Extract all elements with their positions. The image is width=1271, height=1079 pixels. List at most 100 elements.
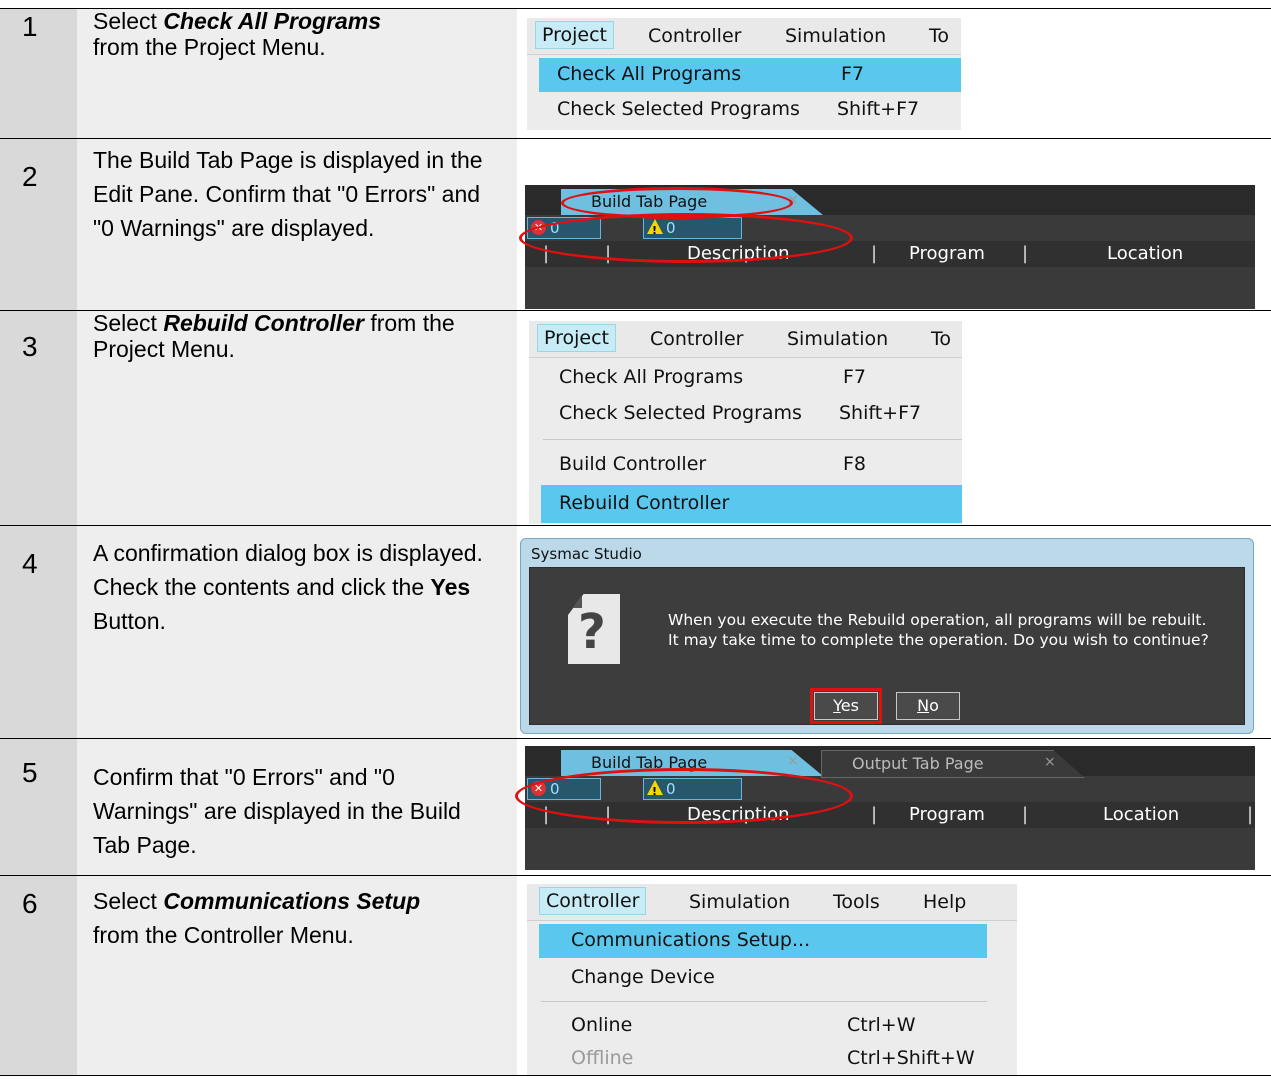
menu-item-label: Rebuild Controller [559,492,730,514]
dialog-message-line: When you execute the Rebuild operation, … [668,611,1207,629]
step-description-cell: Select Check All Programs from the Proje… [77,8,517,138]
menu-item-offline[interactable]: Offline Ctrl+Shift+W [539,1042,987,1076]
menu-bar: Project Controller Simulation To [529,321,962,358]
project-menu-screenshot: Project Controller Simulation To Check A… [529,321,962,524]
menu-controller[interactable]: Controller [648,25,741,47]
step-text-pre: Select [93,8,164,34]
close-icon[interactable]: × [1044,754,1056,770]
step-number: 2 [22,161,38,192]
step-description-cell: Select Communications Setup from the Con… [77,876,517,1075]
no-button[interactable]: No [896,692,960,720]
step-text-post: from the Project Menu. [93,34,326,60]
step-description-cell: Select Rebuild Controller from the Proje… [77,310,517,525]
menu-simulation[interactable]: Simulation [787,328,888,350]
step-text-post: from the Controller Menu. [93,922,354,948]
menu-divider [541,1001,987,1002]
step-description-cell: The Build Tab Page is displayed in the E… [77,139,517,310]
menu-item-check-all-programs[interactable]: Check All Programs F7 [541,361,962,395]
step-row-3: 3 Select Rebuild Controller from the Pro… [0,310,1271,525]
col-sep: | [1247,804,1254,825]
question-icon: ? [568,594,620,664]
step-text: Select Check All Programs from the Proje… [93,8,503,60]
menu-help[interactable]: Help [923,891,966,913]
step-description-cell: Confirm that "0 Errors" and "0 Warnings"… [77,739,517,875]
step-text: The Build Tab Page is displayed in the E… [93,147,483,241]
step-number-cell: 5 [0,739,77,875]
controller-menu-screenshot: Controller Simulation Tools Help Communi… [527,884,1017,1075]
menu-item-shortcut: Shift+F7 [837,98,920,120]
menu-item-shortcut: Ctrl+W [847,1014,916,1036]
step-text-bold: Check All Programs [163,8,382,34]
menu-item-change-device[interactable]: Change Device [539,961,987,995]
col-sep: | [1022,243,1029,264]
step-text-pre: Select [93,888,164,914]
menu-item-label: Communications Setup... [571,929,811,951]
step-number: 3 [22,331,38,362]
menu-item-label: Check All Programs [557,63,742,85]
step-text-post: Button. [93,608,166,634]
step-text-bold: Rebuild Controller [163,310,364,336]
menu-item-label: Build Controller [559,453,707,475]
dialog-message: When you execute the Rebuild operation, … [668,610,1209,650]
col-program[interactable]: Program [909,243,985,264]
col-sep: | [871,804,878,825]
step-number-cell: 4 [0,526,77,738]
step-text-bold: Communications Setup [163,888,421,914]
tab-output[interactable]: Output Tab Page × [821,750,1085,778]
menu-project[interactable]: Project [535,21,615,49]
step-number: 1 [22,11,38,42]
menu-bar: Controller Simulation Tools Help [527,884,1017,921]
build-pane-screenshot: Build Tab Page × ✕0 Errors !0 Warnings |… [519,185,1255,309]
menu-controller[interactable]: Controller [539,887,647,915]
menu-divider [543,439,962,440]
menu-tools[interactable]: To [929,25,949,47]
step-number: 6 [22,888,38,919]
col-location[interactable]: Location [1103,804,1179,825]
menu-project[interactable]: Project [537,324,617,352]
menu-item-shortcut: Shift+F7 [839,402,922,424]
menu-item-label: Offline [571,1047,634,1069]
step-row-1: 1 Select Check All Programs from the Pro… [0,8,1271,138]
step-text: Confirm that "0 Errors" and "0 Warnings"… [93,764,461,858]
menu-item-communications-setup[interactable]: Communications Setup... [539,924,987,958]
yes-button[interactable]: Yes [810,688,882,724]
menu-item-label: Check All Programs [559,366,744,388]
step-number-cell: 3 [0,311,77,525]
step-number: 4 [22,548,38,579]
menu-simulation[interactable]: Simulation [689,891,790,913]
menu-item-check-all-programs[interactable]: Check All Programs F7 [539,58,961,92]
step-number: 5 [22,757,38,788]
close-icon[interactable]: × [787,753,799,769]
menu-item-check-selected-programs[interactable]: Check Selected Programs Shift+F7 [539,93,961,127]
highlight-marker [515,768,853,824]
menu-item-label: Check Selected Programs [559,402,802,424]
menu-controller[interactable]: Controller [650,328,743,350]
step-number-cell: 6 [0,876,77,1075]
step-row-4: 4 A confirmation dialog box is displayed… [0,525,1271,738]
menu-item-rebuild-controller[interactable]: Rebuild Controller [541,485,962,523]
col-sep: | [1022,804,1029,825]
menu-tools[interactable]: To [931,328,951,350]
col-sep: | [871,243,878,264]
menu-item-build-controller[interactable]: Build Controller F8 [541,448,962,482]
build-pane-screenshot: Build Tab Page × Output Tab Page × ✕0 Er… [515,746,1255,870]
step-text-bold: Yes [430,574,471,600]
menu-item-check-selected-programs[interactable]: Check Selected Programs Shift+F7 [541,397,962,431]
dialog-body: ? When you execute the Rebuild operation… [529,567,1245,725]
dialog-title: Sysmac Studio [531,545,642,563]
step-text-pre: A confirmation dialog box is displayed. … [93,540,483,600]
dialog-message-line: It may take time to complete the operati… [668,631,1209,649]
step-row-5: 5 Confirm that "0 Errors" and "0 Warning… [0,738,1271,875]
menu-item-online[interactable]: Online Ctrl+W [539,1009,987,1043]
col-location[interactable]: Location [1107,243,1183,264]
confirmation-dialog: Sysmac Studio ? When you execute the Reb… [520,538,1254,734]
col-program[interactable]: Program [909,804,985,825]
menu-item-label: Online [571,1014,633,1036]
menu-item-shortcut: F7 [841,63,865,85]
project-menu-screenshot: Project Controller Simulation To Check A… [527,18,961,130]
step-row-6: 6 Select Communications Setup from the C… [0,875,1271,1076]
menu-tools[interactable]: Tools [833,891,880,913]
step-description-cell: A confirmation dialog box is displayed. … [77,526,517,738]
menu-simulation[interactable]: Simulation [785,25,886,47]
tab-output-label: Output Tab Page [852,754,984,773]
